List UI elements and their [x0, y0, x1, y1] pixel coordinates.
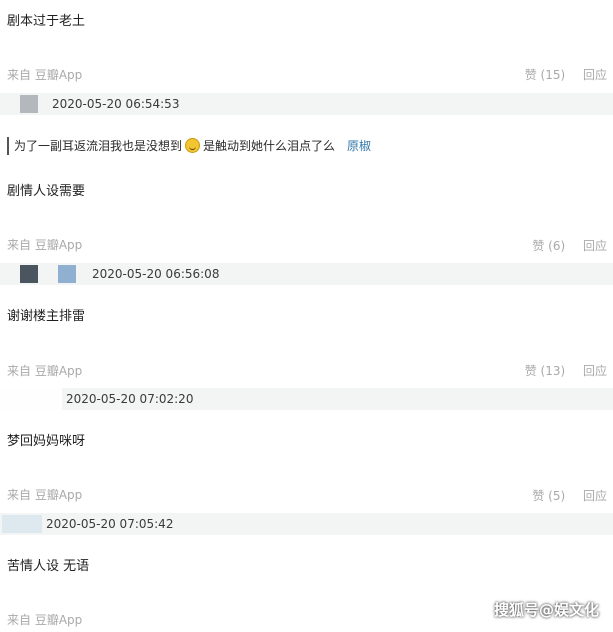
blur-overlay: [0, 378, 62, 412]
original-link[interactable]: 原椒: [347, 139, 371, 153]
reply-button[interactable]: 回应: [583, 239, 607, 253]
comment-actions: 赞 (6) 回应: [518, 237, 607, 254]
timestamp: 2020-05-20 06:56:08: [92, 267, 220, 281]
quote-marker: [7, 137, 9, 155]
comment-source: 来自 豆瓣App: [7, 68, 83, 82]
comment-source: 来自 豆瓣App: [7, 238, 83, 252]
like-button[interactable]: 赞 (6): [532, 239, 565, 253]
watermark: 搜狐号@娱文化: [493, 601, 599, 619]
comment-text: 谢谢楼主排雷: [7, 309, 86, 324]
comment-text: 苦情人设 无语: [7, 559, 90, 574]
comment-actions: 赞 (13) 回应: [511, 362, 607, 379]
quote-text-after: 是触动到她什么泪点了么: [203, 139, 336, 153]
comment-actions: 赞 (15) 回应: [511, 66, 607, 83]
comment-text: 剧本过于老土: [7, 14, 86, 29]
timestamp: 2020-05-20 06:54:53: [52, 97, 180, 111]
comment-actions: 赞 (5) 回应: [518, 487, 607, 504]
reply-button[interactable]: 回应: [583, 489, 607, 503]
like-button[interactable]: 赞 (13): [525, 364, 565, 378]
timestamp: 2020-05-20 07:02:20: [66, 392, 194, 406]
reply-button[interactable]: 回应: [583, 68, 607, 82]
quote-text-before: 为了一副耳返流泪我也是没想到: [14, 139, 183, 153]
reply-button[interactable]: 回应: [583, 364, 607, 378]
comment-text: 剧情人设需要: [7, 184, 86, 199]
comment-source: 来自 豆瓣App: [7, 488, 83, 502]
avatar[interactable]: [2, 515, 42, 533]
avatar[interactable]: [58, 265, 76, 283]
quoted-comment: 为了一副耳返流泪我也是没想到 是触动到她什么泪点了么 原椒: [14, 137, 371, 155]
avatar[interactable]: [20, 95, 38, 113]
comment-source: 来自 豆瓣App: [7, 364, 83, 378]
comment-header: 2020-05-20 07:05:42: [0, 513, 613, 535]
timestamp: 2020-05-20 07:05:42: [46, 517, 174, 531]
like-button[interactable]: 赞 (15): [525, 68, 565, 82]
grin-emoji-icon: [185, 138, 201, 153]
comment-header: 2020-05-20 06:56:08: [0, 263, 613, 285]
comment-text: 梦回妈妈咪呀: [7, 434, 86, 449]
comment-header: 2020-05-20 06:54:53: [0, 93, 613, 115]
comment-header: 2020-05-20 07:02:20: [0, 388, 613, 410]
comment-source: 来自 豆瓣App: [7, 613, 83, 627]
avatar[interactable]: [20, 265, 38, 283]
like-button[interactable]: 赞 (5): [532, 489, 565, 503]
